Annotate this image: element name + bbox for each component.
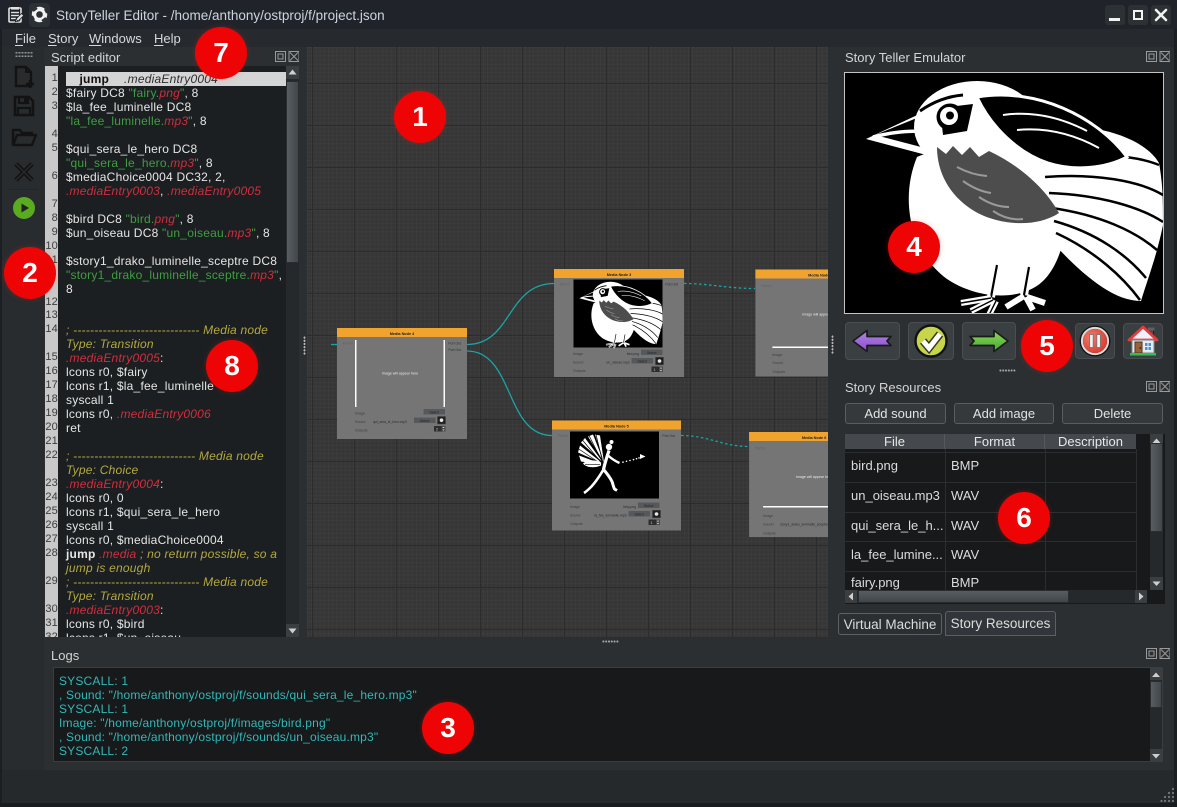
svg-text:Port Out: Port Out bbox=[665, 283, 678, 287]
svg-text:1: 1 bbox=[654, 368, 656, 372]
svg-text:Port In: Port In bbox=[560, 283, 570, 287]
svg-text:Select: Select bbox=[647, 351, 656, 355]
svg-text:Image: Image bbox=[355, 412, 365, 416]
svg-text:Image: Image bbox=[772, 353, 782, 357]
svg-text:Image: Image bbox=[763, 514, 773, 518]
svg-text:Sound: Sound bbox=[573, 360, 583, 364]
svg-text:Outputs: Outputs bbox=[763, 532, 776, 536]
svg-text:Image: Image bbox=[570, 505, 580, 509]
svg-text:Media Node 4: Media Node 4 bbox=[390, 332, 415, 336]
svg-text:2: 2 bbox=[436, 428, 438, 432]
svg-text:Port Out: Port Out bbox=[448, 342, 461, 346]
svg-text:Image: Image bbox=[573, 352, 583, 356]
svg-text:Outputs: Outputs bbox=[772, 370, 785, 374]
svg-text:Select: Select bbox=[634, 512, 643, 516]
svg-text:Select: Select bbox=[644, 504, 653, 508]
svg-text:Port Out: Port Out bbox=[662, 434, 675, 438]
svg-text:Media Node 5: Media Node 5 bbox=[604, 424, 628, 428]
svg-text:la_fee_luminelle.mp3: la_fee_luminelle.mp3 bbox=[594, 514, 626, 518]
svg-text:Port In: Port In bbox=[755, 447, 765, 451]
svg-text:Port Out: Port Out bbox=[448, 348, 461, 352]
svg-text:fairy.png: fairy.png bbox=[623, 505, 636, 509]
svg-text:Select: Select bbox=[429, 410, 438, 414]
svg-text:Select: Select bbox=[420, 419, 429, 423]
svg-text:Image will appear here: Image will appear here bbox=[382, 372, 418, 376]
svg-text:bird.png: bird.png bbox=[627, 352, 639, 356]
svg-text:Port In: Port In bbox=[761, 284, 771, 288]
svg-text:Image will appear here: Image will appear here bbox=[796, 475, 828, 479]
svg-text:Sound: Sound bbox=[355, 420, 365, 424]
svg-text:Outputs: Outputs bbox=[355, 429, 368, 433]
svg-text:Media Node 1: Media Node 1 bbox=[808, 273, 828, 277]
svg-text:un_oiseau.mp3: un_oiseau.mp3 bbox=[606, 360, 629, 364]
svg-text:qui_sera_le_hero.mp3: qui_sera_le_hero.mp3 bbox=[373, 420, 407, 424]
svg-text:story1_drako_luminelle_sceptre: story1_drako_luminelle_sceptre.m bbox=[780, 523, 828, 527]
svg-text:Select: Select bbox=[637, 359, 646, 363]
svg-text:Sound: Sound bbox=[772, 361, 782, 365]
svg-text:Image will appear here: Image will appear here bbox=[802, 313, 828, 317]
svg-text:Port In: Port In bbox=[558, 434, 568, 438]
svg-text:Outputs: Outputs bbox=[573, 369, 586, 373]
svg-text:Port In: Port In bbox=[343, 342, 353, 346]
svg-text:Sound: Sound bbox=[763, 523, 773, 527]
svg-text:Outputs: Outputs bbox=[570, 522, 583, 526]
svg-text:1: 1 bbox=[651, 521, 653, 525]
svg-text:Media Node 3: Media Node 3 bbox=[607, 273, 631, 277]
svg-text:Sound: Sound bbox=[570, 514, 580, 518]
svg-text:Media Node 6: Media Node 6 bbox=[802, 436, 826, 440]
